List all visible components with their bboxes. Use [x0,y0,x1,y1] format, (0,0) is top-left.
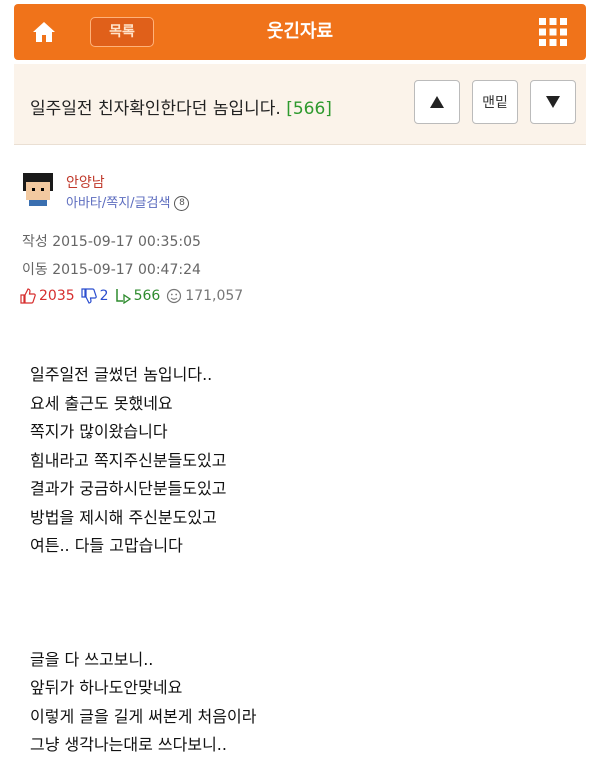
content-line: 앞뒤가 하나도안맞네요 [30,678,183,697]
dislike-count: 2 [99,288,109,304]
post-stats: 2035 2 566 171,057 [20,288,243,304]
triangle-up-icon [430,96,444,108]
reply-icon [115,289,131,304]
post-subject-text: 일주일전 친자확인한다던 놈입니다. [30,99,281,119]
comment-count[interactable]: [566] [286,99,332,119]
content-line: 쪽지가 많이왔습니다 [30,422,168,441]
list-button[interactable]: 목록 [90,17,154,47]
content-line: 이렇게 글을 길게 써본게 처음이라 [30,707,257,726]
smiley-icon [167,288,182,304]
view-count: 171,057 [185,288,244,304]
content-line: 방법을 제시해 주신분도있고 [30,508,217,527]
reply-stat[interactable]: 566 [115,288,161,304]
scroll-down-button[interactable] [530,80,576,124]
thumbs-up-icon [20,288,36,304]
post-subject: 일주일전 친자확인한다던 놈입니다. [566] [30,94,332,119]
moved-date: 이동 2015-09-17 00:47:24 [22,262,201,278]
author-links[interactable]: 아바타/쪽지/글검색 8 [66,192,190,211]
content-line: 글을 다 쓰고보니.. [30,650,154,669]
level-badge-icon: 8 [174,196,190,211]
reply-count: 566 [133,288,161,304]
home-icon[interactable] [32,20,56,44]
content-line: 일주일전 글썼던 놈입니다.. [30,365,213,384]
grid-menu-icon[interactable] [538,17,568,47]
bottom-button[interactable]: 맨밑 [472,80,518,124]
triangle-down-icon [546,96,560,108]
scroll-up-button[interactable] [414,80,460,124]
top-bar: 목록 웃긴자료 [14,4,586,60]
view-stat: 171,057 [166,288,243,304]
content-line: 그냥 생각나는대로 쓰다보니.. [30,735,227,754]
author-links-text[interactable]: 아바타/쪽지/글검색 [66,196,170,211]
like-count: 2035 [39,288,75,304]
author-name[interactable]: 안양남 [66,172,105,192]
dislike-stat[interactable]: 2 [81,288,109,304]
avatar[interactable] [20,170,56,206]
content-line: 요세 출근도 못했네요 [30,394,173,413]
content-line: 결과가 궁금하시단분들도있고 [30,479,227,498]
content-line: 힘내라고 쪽지주신분들도있고 [30,451,227,470]
content-line: 여튼.. 다들 고맙습니다 [30,536,183,555]
subject-bar: 일주일전 친자확인한다던 놈입니다. [566] 맨밑 [14,64,586,145]
like-stat[interactable]: 2035 [20,288,75,304]
written-date: 작성 2015-09-17 00:35:05 [22,234,201,250]
bottom-button-label: 맨밑 [482,95,508,111]
thumbs-down-icon [81,288,97,304]
